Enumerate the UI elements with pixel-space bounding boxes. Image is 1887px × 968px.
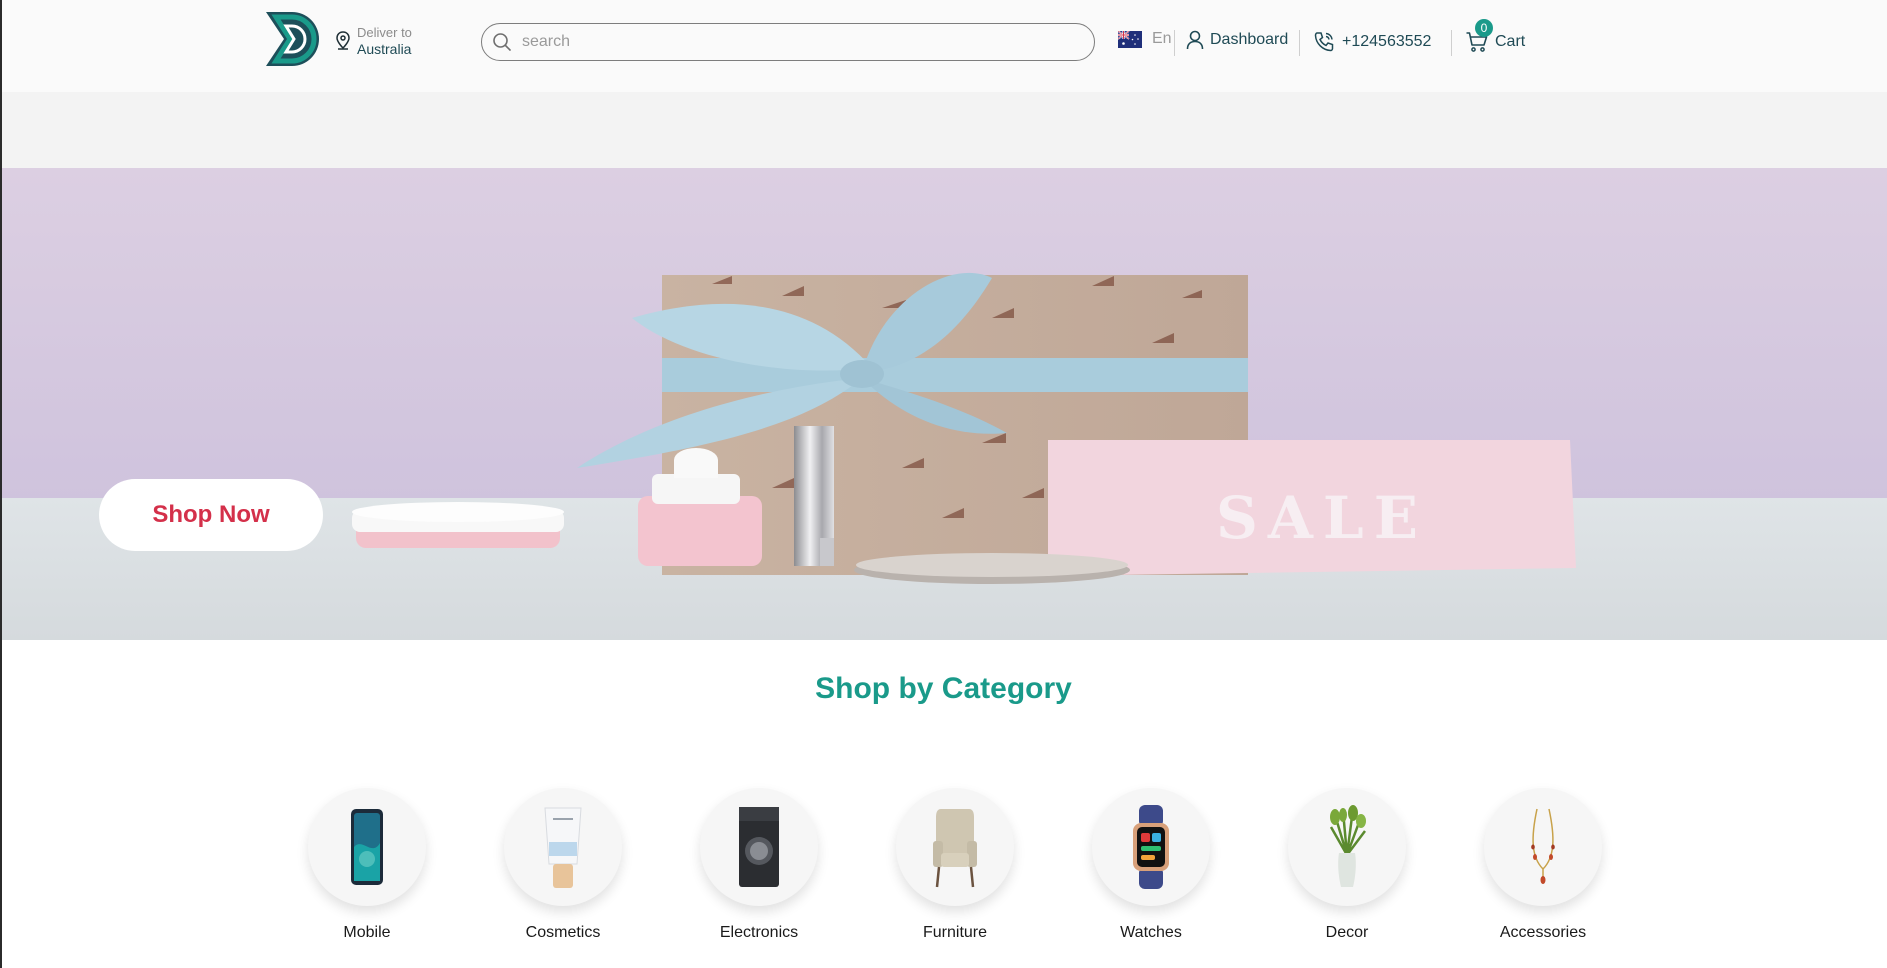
- category-image: [700, 788, 818, 906]
- category-list: Mobile Cosmetics Electronics Furniture W…: [300, 788, 1605, 958]
- brand-logo[interactable]: [262, 6, 328, 72]
- category-label: Furniture: [922, 924, 988, 941]
- search-bar: [481, 23, 1095, 61]
- hero-banner: SALE Shop Now: [2, 168, 1887, 640]
- cart-label: Cart: [1495, 33, 1526, 50]
- category-cosmetics[interactable]: Cosmetics: [498, 788, 628, 942]
- header-divider: [1299, 30, 1300, 56]
- search-icon[interactable]: [492, 32, 512, 52]
- header-spacer-band: [2, 92, 1887, 168]
- header-divider: [1174, 30, 1175, 56]
- hero-image: SALE: [2, 168, 1887, 640]
- smartwatch-icon: [1133, 805, 1169, 889]
- sale-sign-text: SALE: [1216, 484, 1428, 552]
- user-icon: [1186, 30, 1204, 50]
- category-electronics[interactable]: Electronics: [694, 788, 824, 942]
- category-accessories[interactable]: Accessories: [1478, 788, 1608, 942]
- phone-icon: [1314, 32, 1334, 52]
- category-label: Electronics: [719, 924, 799, 941]
- category-mobile[interactable]: Mobile: [302, 788, 432, 942]
- location-pin-icon: [336, 31, 350, 50]
- cart-count-badge: 0: [1475, 19, 1493, 37]
- language-code: En: [1152, 30, 1172, 47]
- washing-machine-icon: [739, 807, 779, 887]
- category-label: Accessories: [1499, 924, 1587, 941]
- deliver-location: Australia: [357, 41, 412, 57]
- category-image: [896, 788, 1014, 906]
- category-decor[interactable]: Decor: [1282, 788, 1412, 942]
- cosmetics-tube-icon: [544, 807, 582, 888]
- australia-flag-icon: [1118, 30, 1142, 48]
- header-divider: [1451, 30, 1452, 56]
- cart-link[interactable]: 0 Cart: [1465, 19, 1526, 54]
- category-image: [308, 788, 426, 906]
- section-title: Shop by Category: [815, 672, 1072, 705]
- category-label: Cosmetics: [525, 924, 601, 941]
- category-furniture[interactable]: Furniture: [890, 788, 1020, 942]
- category-image: [1092, 788, 1210, 906]
- necklace-icon: [1531, 808, 1555, 884]
- category-label: Decor: [1325, 924, 1369, 941]
- phone-number: +124563552: [1342, 33, 1432, 50]
- dashboard-label: Dashboard: [1210, 31, 1289, 48]
- phone-link[interactable]: +124563552: [1312, 30, 1431, 54]
- mobile-phone-icon: [351, 809, 383, 885]
- shop-now-button[interactable]: Shop Now: [99, 479, 323, 551]
- category-image: [1288, 788, 1406, 906]
- site-header: Deliver to Australia En: [2, 0, 1887, 92]
- language-selector[interactable]: En: [1118, 30, 1172, 48]
- deliver-to-label: Deliver to: [357, 25, 412, 40]
- category-watches[interactable]: Watches: [1086, 788, 1216, 942]
- armchair-icon: [933, 809, 977, 888]
- category-label: Mobile: [343, 924, 391, 941]
- vase-icon: [1329, 805, 1366, 887]
- search-input[interactable]: [522, 33, 1082, 51]
- category-image: [504, 788, 622, 906]
- dashboard-link[interactable]: Dashboard: [1186, 30, 1288, 50]
- deliver-to-selector[interactable]: Deliver to Australia: [335, 24, 412, 58]
- category-label: Watches: [1120, 924, 1182, 941]
- category-image: [1484, 788, 1602, 906]
